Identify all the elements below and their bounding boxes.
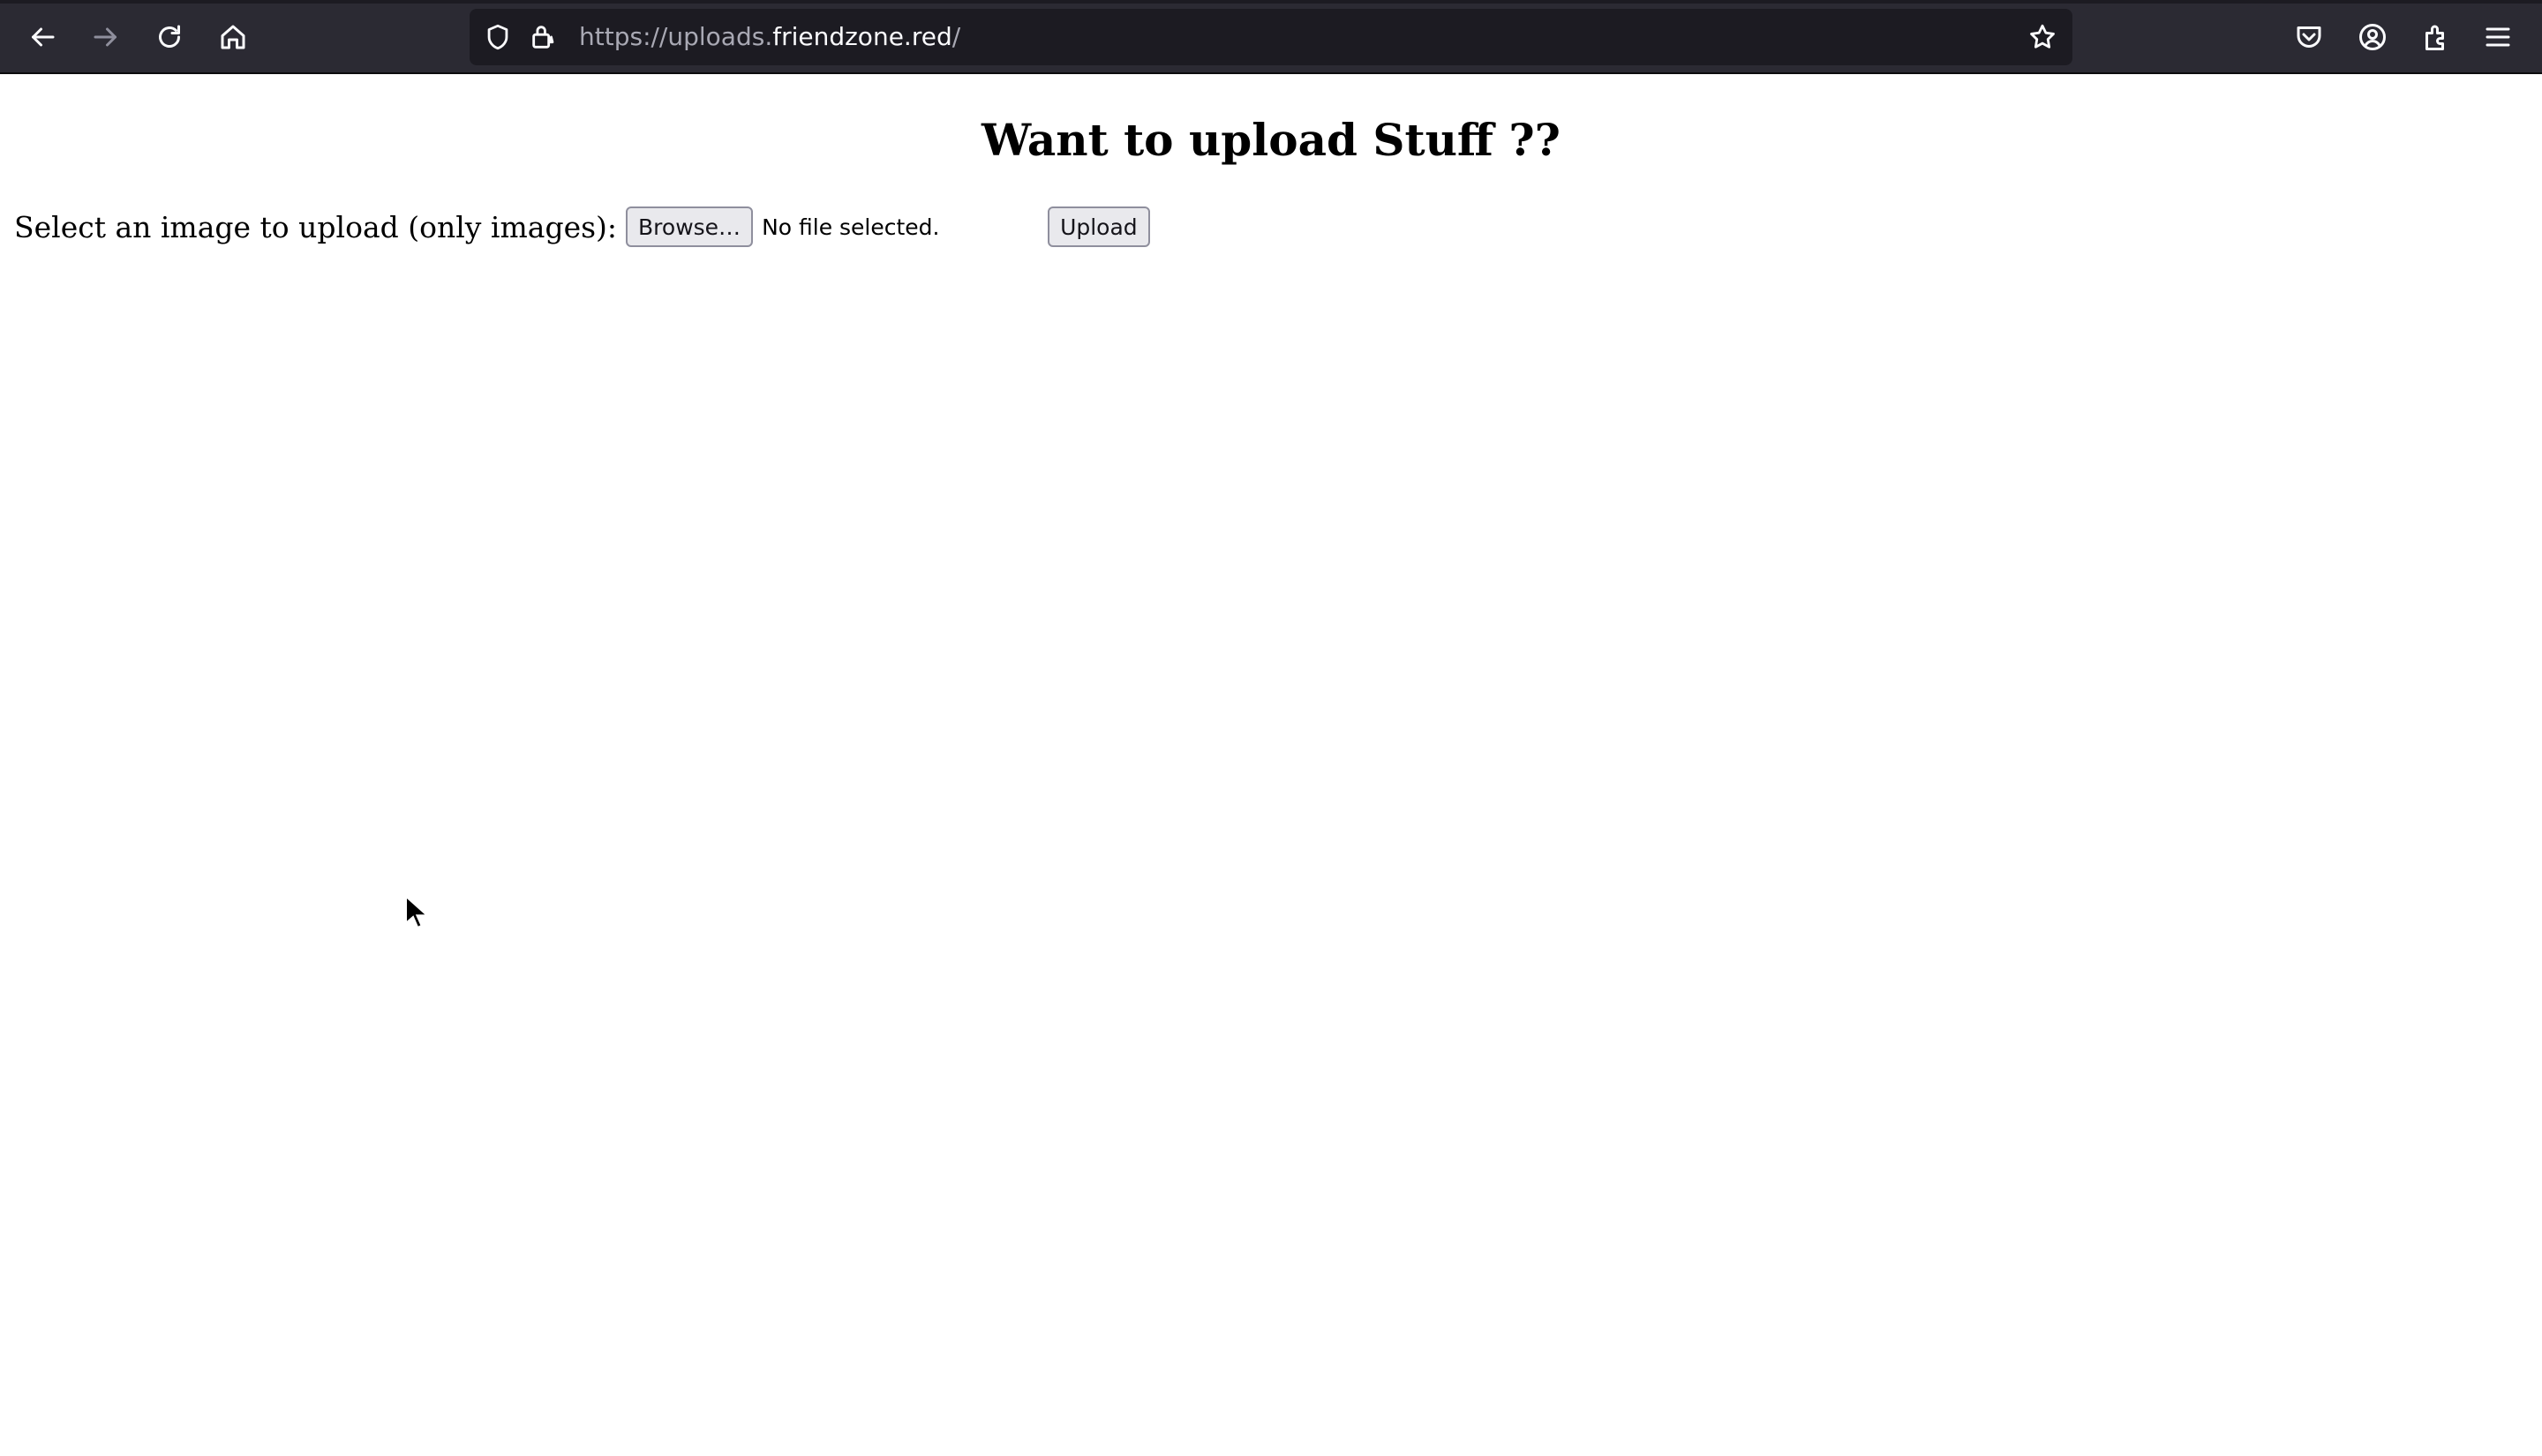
tracking-protection-button[interactable] <box>482 21 514 53</box>
page-title: Want to upload Stuff ?? <box>981 114 1561 166</box>
arrow-left-icon <box>32 27 55 47</box>
browser-toolbar: https://uploads.friendzone.red/ <box>0 0 2542 74</box>
upload-instruction-label: Select an image to upload (only images): <box>14 209 618 244</box>
account-icon <box>2359 24 2386 50</box>
window-top-edge <box>0 0 2542 4</box>
upload-button[interactable]: Upload <box>1048 206 1150 247</box>
site-info-button[interactable] <box>528 21 560 53</box>
url-prefix: https://uploads. <box>579 22 773 51</box>
reload-button[interactable] <box>147 14 192 60</box>
hamburger-menu-icon <box>2486 27 2510 47</box>
browse-button[interactable]: Browse… <box>626 206 754 247</box>
url-bar[interactable]: https://uploads.friendzone.red/ <box>470 9 2072 65</box>
extensions-button[interactable] <box>2413 14 2459 60</box>
forward-button[interactable] <box>83 14 129 60</box>
bookmark-button[interactable] <box>2027 21 2058 53</box>
home-button[interactable] <box>210 14 256 60</box>
lock-warning-icon <box>532 26 554 49</box>
account-button[interactable] <box>2350 14 2395 60</box>
upload-form: Select an image to upload (only images):… <box>14 205 1150 249</box>
arrow-right-icon <box>94 27 117 47</box>
file-status-text: No file selected. <box>762 214 940 240</box>
app-menu-button[interactable] <box>2475 14 2521 60</box>
mouse-pointer-icon <box>405 895 425 929</box>
star-icon <box>2030 24 2055 49</box>
page-content: Want to upload Stuff ?? Select an image … <box>0 74 2542 1456</box>
shield-icon <box>487 24 508 50</box>
back-button[interactable] <box>19 14 65 60</box>
url-domain: friendzone.red <box>772 22 952 51</box>
url-text[interactable]: https://uploads.friendzone.red/ <box>579 21 960 53</box>
pocket-icon <box>2297 26 2321 48</box>
reload-icon <box>159 25 180 48</box>
url-suffix: / <box>951 22 961 51</box>
puzzle-icon <box>2425 25 2444 50</box>
pocket-button[interactable] <box>2286 14 2332 60</box>
home-icon <box>221 25 245 49</box>
